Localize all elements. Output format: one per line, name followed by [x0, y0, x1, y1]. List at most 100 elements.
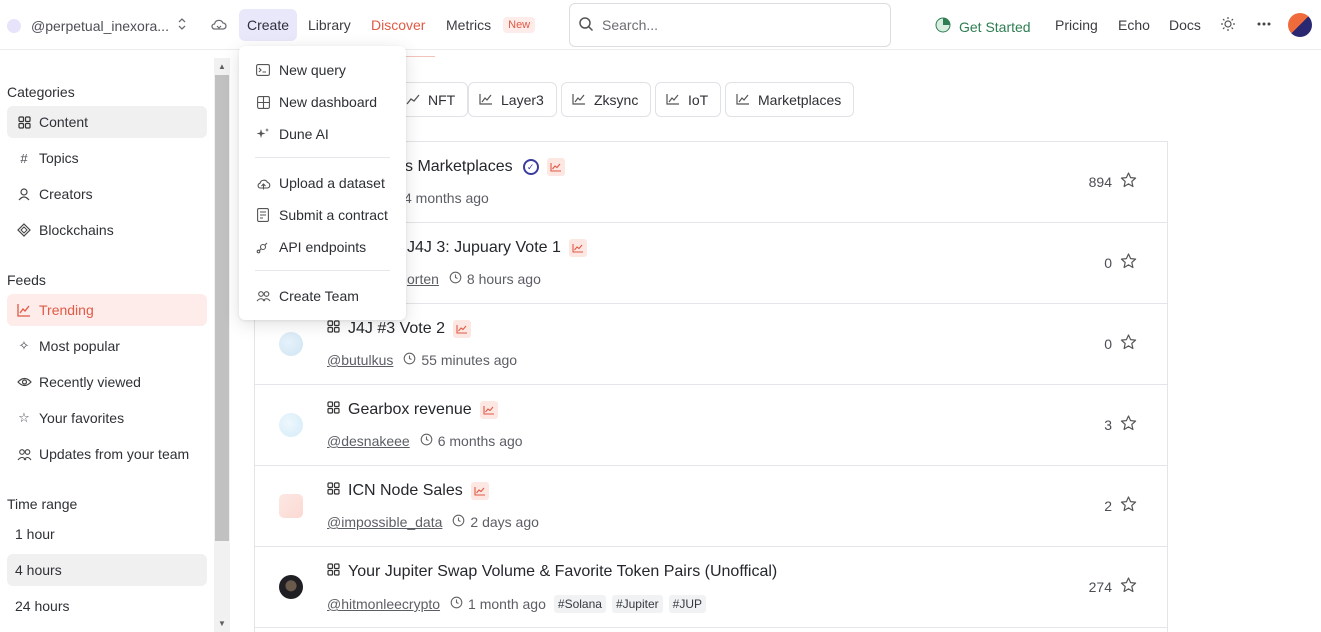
- get-started-link[interactable]: Get Started: [935, 17, 1031, 36]
- menu-item-label: Dune AI: [279, 126, 329, 142]
- scroll-down-arrow-icon[interactable]: ▼: [214, 619, 230, 628]
- create-menu: New query New dashboard Dune AI Upload a…: [239, 46, 406, 320]
- dashboard-grid-icon: [327, 401, 340, 419]
- chip-zksync[interactable]: Zksync: [561, 82, 652, 117]
- dashboard-meta: @butulkus 55 minutes ago: [327, 352, 517, 368]
- time-range-heading: Time range: [7, 496, 78, 512]
- tag-jupiter[interactable]: #Jupiter: [611, 595, 663, 613]
- time-range-4h[interactable]: 4 hours: [7, 554, 207, 586]
- menu-item-api-endpoints[interactable]: API endpoints: [255, 239, 366, 255]
- star-icon: [1120, 415, 1137, 434]
- star-count[interactable]: 0: [1104, 334, 1137, 353]
- dashboard-grid-icon: [327, 320, 340, 338]
- nav-pricing[interactable]: Pricing: [1055, 17, 1098, 33]
- time-range-1h[interactable]: 1 hour: [7, 518, 207, 550]
- author-link[interactable]: orten: [407, 271, 439, 287]
- star-count[interactable]: 2: [1104, 496, 1137, 515]
- theme-toggle-sun-icon[interactable]: [1220, 16, 1236, 32]
- cloud-upload-icon: [255, 177, 271, 190]
- time-range-label: 1 hour: [15, 526, 55, 542]
- nav-library[interactable]: Library: [308, 17, 351, 33]
- nav-create[interactable]: Create: [239, 9, 298, 41]
- feeds-heading: Feeds: [7, 272, 46, 288]
- sidebar-item-recently-viewed[interactable]: Recently viewed: [7, 366, 207, 398]
- trending-badge-icon: [479, 401, 498, 419]
- menu-item-label: Create Team: [279, 288, 359, 304]
- trending-icon: [15, 303, 33, 317]
- trending-icon: [406, 92, 420, 108]
- cloud-icon[interactable]: [210, 16, 228, 34]
- menu-divider: [255, 157, 390, 158]
- menu-item-new-dashboard[interactable]: New dashboard: [255, 94, 377, 110]
- sidebar-item-team-updates[interactable]: Updates from your team: [7, 438, 207, 470]
- search-input[interactable]: [602, 17, 882, 33]
- dashboard-title[interactable]: Gearbox revenue: [327, 401, 498, 419]
- scroll-up-arrow-icon[interactable]: ▲: [214, 62, 230, 71]
- tag-solana[interactable]: #Solana: [553, 595, 606, 613]
- time-range-24h[interactable]: 24 hours: [7, 590, 207, 622]
- menu-item-submit-contract[interactable]: Submit a contract: [255, 207, 388, 223]
- account-username: @perpetual_inexora...: [31, 17, 169, 34]
- more-options-icon[interactable]: [1256, 16, 1272, 32]
- sidebar-item-label: Your favorites: [39, 410, 125, 426]
- trending-badge-icon: [452, 320, 471, 338]
- sidebar-item-most-popular[interactable]: ✧ Most popular: [7, 330, 207, 362]
- sidebar-item-topics[interactable]: # Topics: [7, 142, 207, 174]
- author-link[interactable]: @butulkus: [327, 352, 393, 368]
- sidebar-item-content[interactable]: Content: [7, 106, 207, 138]
- author-avatar: [279, 494, 303, 518]
- menu-item-new-query[interactable]: New query: [255, 62, 346, 78]
- user-avatar[interactable]: [1288, 13, 1312, 37]
- star-count-value: 2: [1104, 497, 1112, 514]
- account-switcher[interactable]: @perpetual_inexora...: [7, 17, 187, 34]
- list-item[interactable]: Your Jupiter Swap Volume & Favorite Toke…: [255, 547, 1167, 628]
- star-icon: [1120, 334, 1137, 353]
- sidebar-item-label: Recently viewed: [39, 374, 141, 390]
- list-item[interactable]: ICN Node Sales @impossible_data 2 days a…: [255, 466, 1167, 547]
- dashboard-title[interactable]: Your Jupiter Swap Volume & Favorite Toke…: [327, 563, 777, 581]
- author-link[interactable]: @impossible_data: [327, 514, 442, 530]
- nav-echo[interactable]: Echo: [1118, 17, 1150, 33]
- dashboard-title[interactable]: J4J #3 Vote 2: [327, 320, 471, 338]
- star-count[interactable]: 894: [1089, 172, 1137, 191]
- chip-label: NFT: [428, 91, 456, 108]
- star-count[interactable]: 3: [1104, 415, 1137, 434]
- sidebar-item-blockchains[interactable]: Blockchains: [7, 214, 207, 246]
- menu-item-create-team[interactable]: Create Team: [255, 288, 359, 304]
- dashboard-title[interactable]: ICN Node Sales: [327, 482, 489, 500]
- nav-discover[interactable]: Discover: [371, 17, 425, 33]
- menu-item-upload-dataset[interactable]: Upload a dataset: [255, 175, 385, 191]
- chip-layer3[interactable]: Layer3: [468, 82, 557, 117]
- team-icon: [15, 448, 33, 461]
- chip-marketplaces[interactable]: Marketplaces: [725, 82, 855, 117]
- author-avatar: [279, 575, 303, 599]
- nav-docs[interactable]: Docs: [1169, 17, 1201, 33]
- clock-icon: [450, 596, 463, 612]
- star-count[interactable]: 274: [1089, 577, 1137, 596]
- dashboard-title[interactable]: J4J 3: Jupuary Vote 1: [407, 239, 587, 257]
- sidebar-item-label: Topics: [39, 150, 79, 166]
- chip-label: Zksync: [594, 91, 639, 108]
- sidebar-item-trending[interactable]: Trending: [7, 294, 207, 326]
- author-link[interactable]: @hitmonleecrypto: [327, 596, 440, 612]
- sidebar-item-your-favorites[interactable]: ☆ Your favorites: [7, 402, 207, 434]
- menu-item-dune-ai[interactable]: Dune AI: [255, 126, 329, 142]
- menu-item-label: API endpoints: [279, 239, 367, 255]
- menu-item-label: Submit a contract: [279, 207, 388, 223]
- sidebar-item-label: Most popular: [39, 338, 120, 354]
- sidebar-item-label: Updates from your team: [39, 446, 190, 462]
- star-count[interactable]: 0: [1104, 253, 1137, 272]
- star-icon: [1120, 577, 1137, 596]
- categories-heading: Categories: [7, 84, 75, 100]
- chip-iot[interactable]: IoT: [655, 82, 722, 117]
- sidebar-item-creators[interactable]: Creators: [7, 178, 207, 210]
- search-box[interactable]: [569, 3, 891, 47]
- author-link[interactable]: @desnakeee: [327, 433, 410, 449]
- tag-jup[interactable]: #JUP: [668, 595, 706, 613]
- dashboard-title[interactable]: s Marketplaces ✓: [405, 158, 565, 176]
- list-item[interactable]: Gearbox revenue @desnakeee 6 months ago …: [255, 385, 1167, 466]
- hash-icon: #: [20, 150, 28, 166]
- dashboard-meta: @hitmonleecrypto 1 month ago #Solana #Ju…: [327, 595, 706, 613]
- nav-metrics[interactable]: Metrics New: [446, 17, 536, 33]
- scrollbar-thumb[interactable]: [215, 75, 229, 541]
